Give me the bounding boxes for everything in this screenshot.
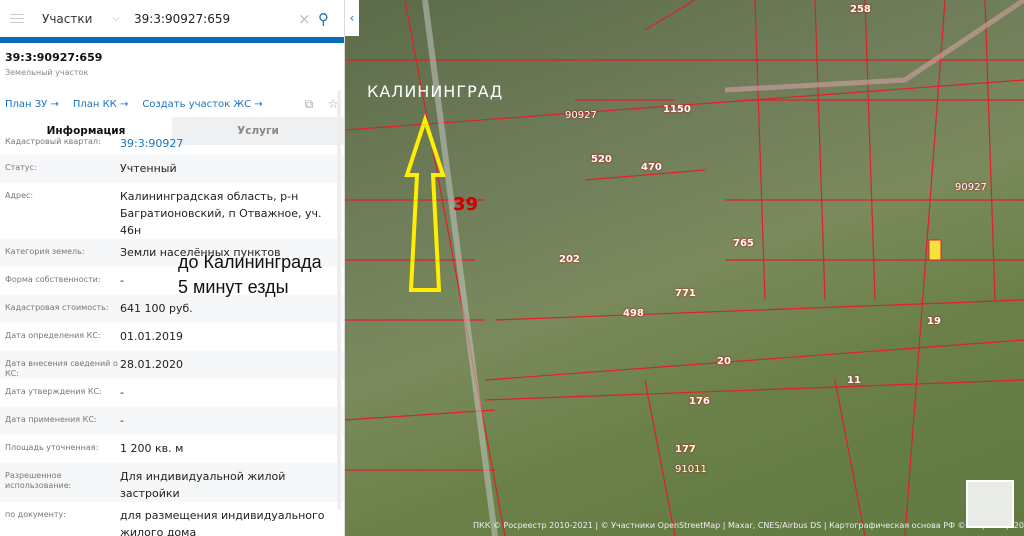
collapse-panel-button[interactable]: ‹ [345, 0, 359, 36]
menu-icon[interactable] [10, 14, 24, 23]
quarter-label: 90927 [565, 110, 597, 121]
row-value: Калининградская область, р-н Багратионов… [120, 190, 322, 237]
row-label: Дата определения КС: [5, 331, 101, 340]
clear-icon[interactable]: × [298, 10, 318, 28]
create-plot-link[interactable]: Создать участок ЖС → [142, 99, 262, 110]
search-input[interactable] [126, 11, 298, 26]
parcel-number: 1150 [663, 104, 691, 115]
chevron-down-icon[interactable]: ⌵ [112, 13, 126, 24]
row-label: Статус: [5, 163, 37, 172]
row-label: Дата утверждения КС: [5, 387, 102, 396]
travel-time-annotation: до Калининграда 5 минут езды [178, 250, 322, 300]
row-label: Дата внесения сведений о КС: [5, 359, 118, 378]
search-doc-icon[interactable]: ⧉ [305, 97, 314, 112]
row-label: Кадастровая стоимость: [5, 303, 109, 312]
parcel-number: 20 [717, 356, 731, 367]
parcel-number: 520 [591, 154, 612, 165]
annotation-line: до Калининграда [178, 252, 322, 272]
category-select[interactable]: Участки [42, 12, 112, 26]
parcel-number: 11 [847, 375, 861, 386]
parcel-number: 176 [689, 396, 710, 407]
row-label: Форма собственности: [5, 275, 101, 284]
search-bar: Участки ⌵ × ⚲ [0, 0, 344, 43]
scrollbar[interactable] [337, 90, 341, 510]
map-view[interactable]: ‹ КАЛИНИНГРАД 90927 90927 91011 39 258 7… [345, 0, 1024, 536]
yellow-arrow [404, 113, 446, 292]
region-label: 39 [453, 194, 479, 215]
row-value: Учтенный [120, 162, 177, 175]
parcel-number: 765 [733, 238, 754, 249]
row-value: Для индивидуальной жилой застройки [120, 470, 286, 500]
info-table: Кадастровый квартал: 39:3:90927 Статус: Уч… [0, 135, 344, 536]
quarter-label: 91011 [675, 464, 707, 475]
row-label: Дата применения КС: [5, 415, 97, 424]
selected-parcel[interactable] [928, 239, 942, 261]
row-value: 28.01.2020 [120, 358, 183, 371]
map-attribution: ПКК © Росреестр 2010-2021 | © Участники … [473, 521, 1024, 530]
basemap-switcher[interactable] [966, 480, 1014, 528]
plan-zu-link[interactable]: План ЗУ → [5, 99, 59, 110]
plan-kk-link[interactable]: План КК → [73, 99, 129, 110]
parcel-layer [345, 0, 1024, 536]
row-value: - [120, 414, 124, 427]
row-label: Адрес: [5, 191, 34, 200]
parcel-number: 498 [623, 308, 644, 319]
parcel-number: 771 [675, 288, 696, 299]
row-value: 01.01.2019 [120, 330, 183, 343]
row-label: Категория земель: [5, 247, 85, 256]
row-label: по документу: [5, 510, 66, 519]
row-label: Кадастровый квартал: [5, 137, 101, 146]
row-label: Площадь уточненная: [5, 443, 99, 452]
row-value: для размещения индивидуального жилого до… [120, 509, 325, 536]
quarter-label: 90927 [955, 182, 987, 193]
parcel-number: 19 [927, 316, 941, 327]
object-type: Земельный участок [5, 68, 89, 77]
quarter-link[interactable]: 39:3:90927 [120, 135, 339, 155]
row-value: 1 200 кв. м [120, 442, 184, 455]
parcel-number: 177 [675, 444, 696, 455]
search-icon[interactable]: ⚲ [318, 10, 344, 28]
annotation-line: 5 минут езды [178, 277, 289, 297]
city-label: КАЛИНИНГРАД [367, 82, 504, 101]
parcel-number: 202 [559, 254, 580, 265]
parcel-number: 258 [850, 4, 871, 15]
row-label: Разрешенное использование: [5, 471, 72, 490]
parcel-number: 470 [641, 162, 662, 173]
row-value: - [120, 386, 124, 399]
object-title: 39:3:90927:659 [5, 51, 103, 64]
